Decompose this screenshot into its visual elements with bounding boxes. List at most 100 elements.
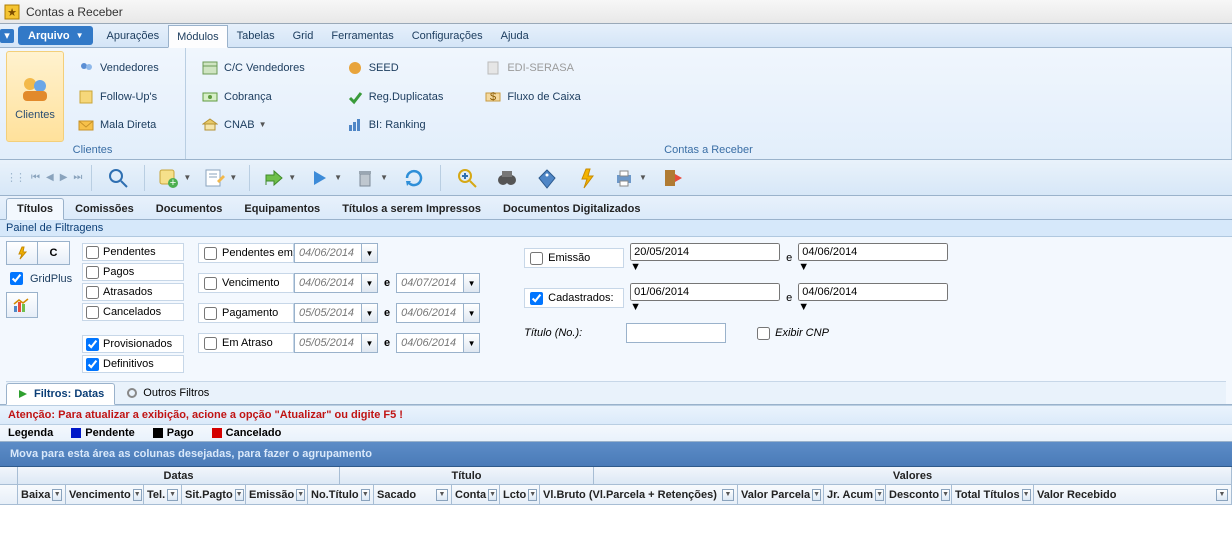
- menu-ferramentas[interactable]: Ferramentas: [322, 24, 402, 47]
- menu-tabelas[interactable]: Tabelas: [228, 24, 284, 47]
- ribbon-fluxo-caixa[interactable]: $Fluxo de Caixa: [479, 86, 586, 108]
- col-vlbruto[interactable]: Vl.Bruto (Vl.Parcela + Retenções)▼: [540, 485, 738, 504]
- toolbar-delete[interactable]: ▼: [354, 164, 388, 192]
- date-vencimento-1[interactable]: ▼: [294, 273, 378, 293]
- date-pagamento-1[interactable]: ▼: [294, 303, 378, 323]
- subtab-filtros-datas[interactable]: Filtros: Datas: [6, 383, 115, 405]
- filter-dropdown-icon[interactable]: ▼: [296, 489, 305, 501]
- filter-dropdown-icon[interactable]: ▼: [167, 489, 178, 501]
- chk-atrasados[interactable]: Atrasados: [82, 283, 184, 301]
- tab-comissoes[interactable]: Comissões: [64, 198, 145, 219]
- chk-pendentes[interactable]: Pendentes: [82, 243, 184, 261]
- chevron-down-icon[interactable]: ▼: [361, 244, 377, 262]
- system-menu-icon[interactable]: ▾: [0, 29, 14, 43]
- chevron-down-icon[interactable]: ▼: [798, 301, 948, 313]
- toolbar-find[interactable]: [493, 164, 521, 192]
- filter-dropdown-icon[interactable]: ▼: [941, 489, 950, 501]
- menu-ajuda[interactable]: Ajuda: [492, 24, 538, 47]
- nav-next-icon[interactable]: ▶: [57, 172, 71, 183]
- filter-c-button[interactable]: C: [38, 241, 70, 265]
- ribbon-clientes-button[interactable]: Clientes: [6, 51, 64, 142]
- ribbon-cobranca[interactable]: Cobrança: [196, 86, 311, 108]
- nav-prev-icon[interactable]: ◀: [43, 172, 57, 183]
- chevron-down-icon[interactable]: ▼: [463, 334, 479, 352]
- toolbar-edit[interactable]: ▼: [203, 164, 237, 192]
- col-valorrecebido[interactable]: Valor Recebido▼: [1034, 485, 1232, 504]
- filter-bolt-button[interactable]: [6, 241, 38, 265]
- date-emissao-1[interactable]: ▼: [630, 243, 780, 273]
- ribbon-cc-vendedores[interactable]: C/C Vendedores: [196, 57, 311, 79]
- chevron-down-icon[interactable]: ▼: [361, 304, 377, 322]
- ribbon-cnab[interactable]: CNAB▼: [196, 114, 311, 136]
- chk-provisionados[interactable]: Provisionados: [82, 335, 184, 353]
- chk-cadastrados[interactable]: Cadastrados:: [524, 288, 624, 308]
- col-emissao[interactable]: Emissão▼: [246, 485, 308, 504]
- toolbar-exit[interactable]: [659, 164, 687, 192]
- date-cadastrados-1[interactable]: ▼: [630, 283, 780, 313]
- col-notitulo[interactable]: No.Título▼: [308, 485, 374, 504]
- col-desconto[interactable]: Desconto▼: [886, 485, 952, 504]
- subtab-outros-filtros[interactable]: Outros Filtros: [115, 382, 220, 404]
- chk-em-atraso[interactable]: Em Atraso: [198, 333, 294, 353]
- menu-grid[interactable]: Grid: [284, 24, 323, 47]
- col-baixa[interactable]: Baixa▼: [18, 485, 66, 504]
- col-lcto[interactable]: Lcto▼: [500, 485, 540, 504]
- input-titulo-no[interactable]: [626, 323, 726, 343]
- nav-last-icon[interactable]: ⏭: [70, 172, 85, 183]
- filter-dropdown-icon[interactable]: ▼: [436, 489, 448, 501]
- toolbar-zoom[interactable]: [453, 164, 481, 192]
- filter-dropdown-icon[interactable]: ▼: [875, 489, 884, 501]
- tab-titulos-impressos[interactable]: Títulos a serem Impressos: [331, 198, 492, 219]
- chevron-down-icon[interactable]: ▼: [798, 261, 948, 273]
- toolbar-print[interactable]: ▼: [613, 164, 647, 192]
- toolbar-new[interactable]: +▼: [157, 164, 191, 192]
- date-atraso-1[interactable]: ▼: [294, 333, 378, 353]
- chk-cancelados[interactable]: Cancelados: [82, 303, 184, 321]
- filter-dropdown-icon[interactable]: ▼: [812, 489, 821, 501]
- chk-pendentes-em[interactable]: Pendentes em:: [198, 243, 294, 263]
- filter-chart-button[interactable]: [6, 292, 38, 318]
- menu-configuracoes[interactable]: Configurações: [403, 24, 492, 47]
- grid-body[interactable]: [0, 505, 1232, 517]
- toolbar-bolt[interactable]: [573, 164, 601, 192]
- menu-apuracoes[interactable]: Apurações: [97, 24, 168, 47]
- toolbar-search[interactable]: [104, 164, 132, 192]
- nav-first-icon[interactable]: ⏮: [28, 172, 43, 183]
- menu-file[interactable]: Arquivo ▼: [18, 26, 93, 45]
- ribbon-bi-ranking[interactable]: BI: Ranking: [341, 114, 450, 136]
- filter-dropdown-icon[interactable]: ▼: [1216, 489, 1228, 501]
- toolbar-play[interactable]: ▼: [308, 164, 342, 192]
- col-totaltitulos[interactable]: Total Títulos▼: [952, 485, 1034, 504]
- filter-dropdown-icon[interactable]: ▼: [528, 489, 537, 501]
- filter-dropdown-icon[interactable]: ▼: [722, 489, 734, 501]
- col-jracum[interactable]: Jr. Acum▼: [824, 485, 886, 504]
- chevron-down-icon[interactable]: ▼: [361, 274, 377, 292]
- toolbar-tag[interactable]: [533, 164, 561, 192]
- ribbon-seed[interactable]: SEED: [341, 57, 450, 79]
- chk-vencimento[interactable]: Vencimento: [198, 273, 294, 293]
- col-vencimento[interactable]: Vencimento▼: [66, 485, 144, 504]
- gridplus-checkbox[interactable]: GridPlus: [6, 269, 72, 288]
- chevron-down-icon[interactable]: ▼: [361, 334, 377, 352]
- filter-dropdown-icon[interactable]: ▼: [133, 489, 142, 501]
- chk-emissao[interactable]: Emissão: [524, 248, 624, 268]
- filter-dropdown-icon[interactable]: ▼: [361, 489, 370, 501]
- col-sacado[interactable]: Sacado▼: [374, 485, 452, 504]
- date-cadastrados-2[interactable]: ▼: [798, 283, 948, 313]
- tab-equipamentos[interactable]: Equipamentos: [233, 198, 331, 219]
- ribbon-maladireta[interactable]: Mala Direta: [72, 114, 165, 136]
- filter-dropdown-icon[interactable]: ▼: [488, 489, 497, 501]
- filter-dropdown-icon[interactable]: ▼: [235, 489, 244, 501]
- date-emissao-2[interactable]: ▼: [798, 243, 948, 273]
- gridplus-checkbox-input[interactable]: [10, 272, 23, 285]
- ribbon-regduplicatas[interactable]: Reg.Duplicatas: [341, 86, 450, 108]
- grid-group-bar[interactable]: Mova para esta área as colunas desejadas…: [0, 442, 1232, 467]
- date-vencimento-2[interactable]: ▼: [396, 273, 480, 293]
- chk-definitivos[interactable]: Definitivos: [82, 355, 184, 373]
- chk-exibir-cnp[interactable]: Exibir CNP: [752, 323, 833, 343]
- tab-documentos[interactable]: Documentos: [145, 198, 234, 219]
- col-tel[interactable]: Tel.▼: [144, 485, 182, 504]
- menu-modulos[interactable]: Módulos: [168, 25, 228, 48]
- ribbon-vendedores[interactable]: Vendedores: [72, 57, 165, 79]
- chk-pagos[interactable]: Pagos: [82, 263, 184, 281]
